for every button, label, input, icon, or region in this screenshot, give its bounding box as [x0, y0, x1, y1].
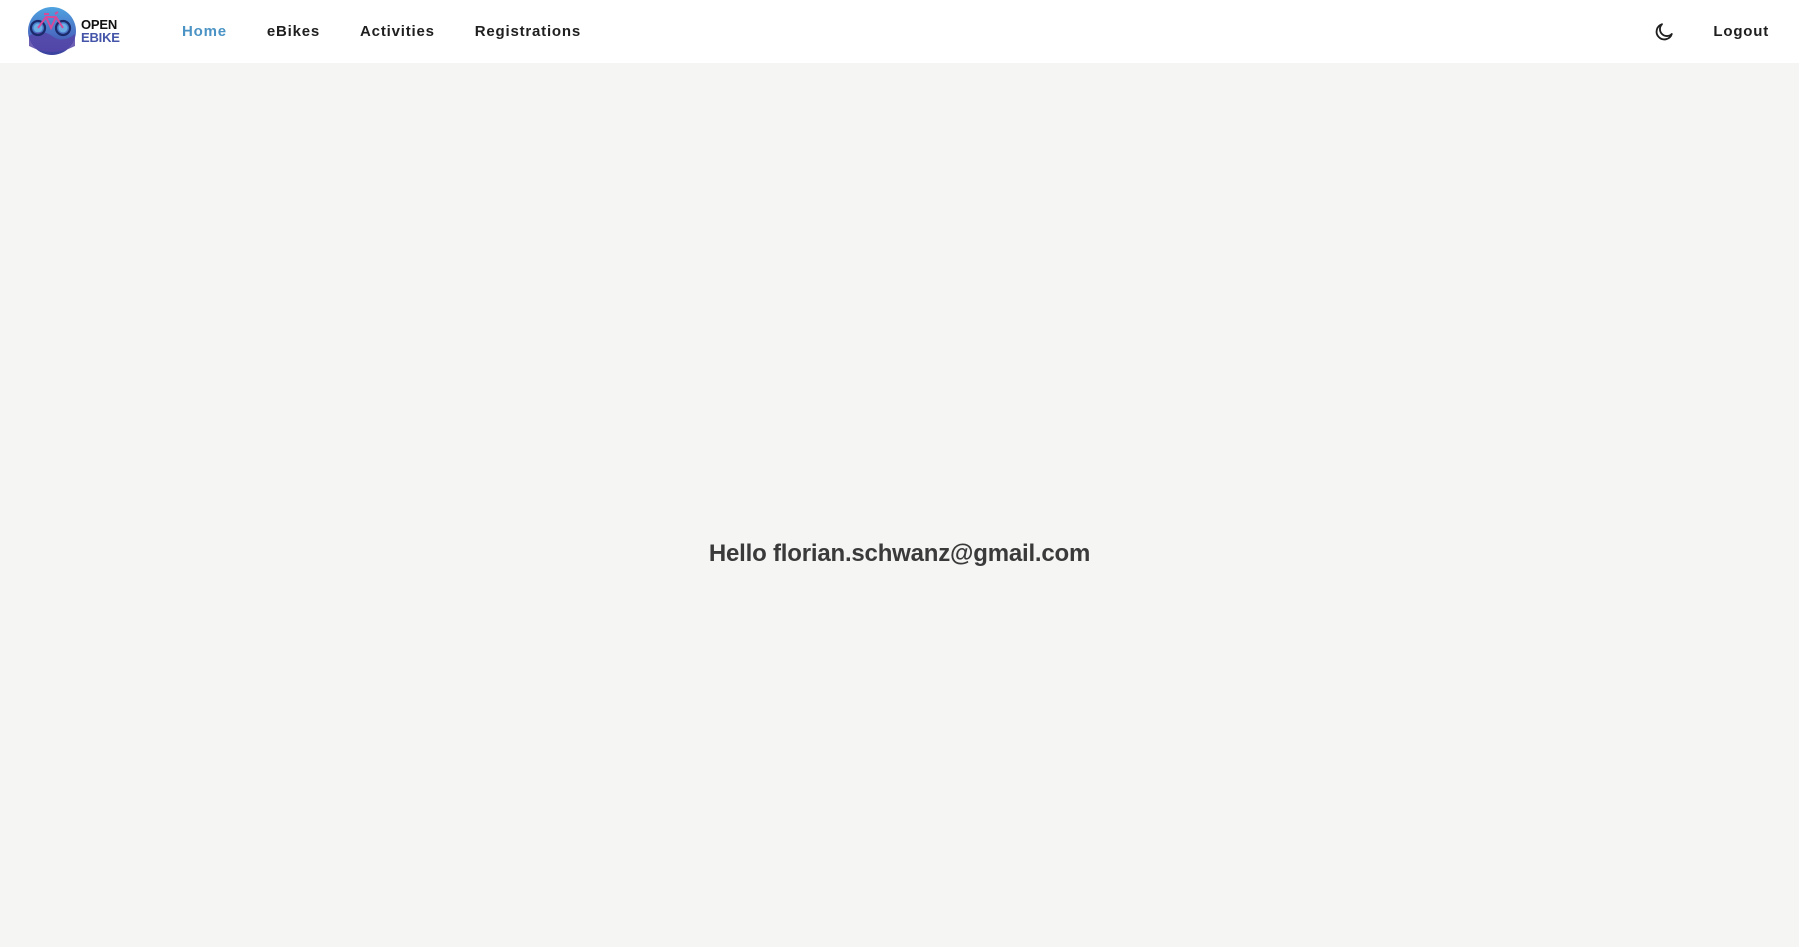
logout-button[interactable]: Logout [1713, 23, 1769, 40]
logo-wordmark: OPEN EBIKE [81, 18, 120, 44]
main-nav: Home eBikes Activities Registrations [162, 0, 601, 63]
nav-item-home[interactable]: Home [162, 23, 247, 40]
main-content: Hello florian.schwanz@gmail.com [0, 63, 1799, 948]
nav-actions: Logout [1652, 0, 1769, 63]
top-navbar: OPEN EBIKE Home eBikes Activities Regist… [0, 0, 1799, 63]
moon-icon [1656, 22, 1674, 40]
ebike-globe-logo-icon [28, 7, 76, 55]
nav-item-ebikes[interactable]: eBikes [247, 23, 340, 40]
nav-item-registrations[interactable]: Registrations [455, 23, 601, 40]
greeting-text: Hello florian.schwanz@gmail.com [708, 540, 1091, 567]
nav-item-activities[interactable]: Activities [340, 23, 455, 40]
app-logo[interactable]: OPEN EBIKE [27, 6, 120, 56]
logo-text-line2: EBIKE [81, 30, 120, 45]
theme-toggle-button[interactable] [1652, 20, 1676, 44]
